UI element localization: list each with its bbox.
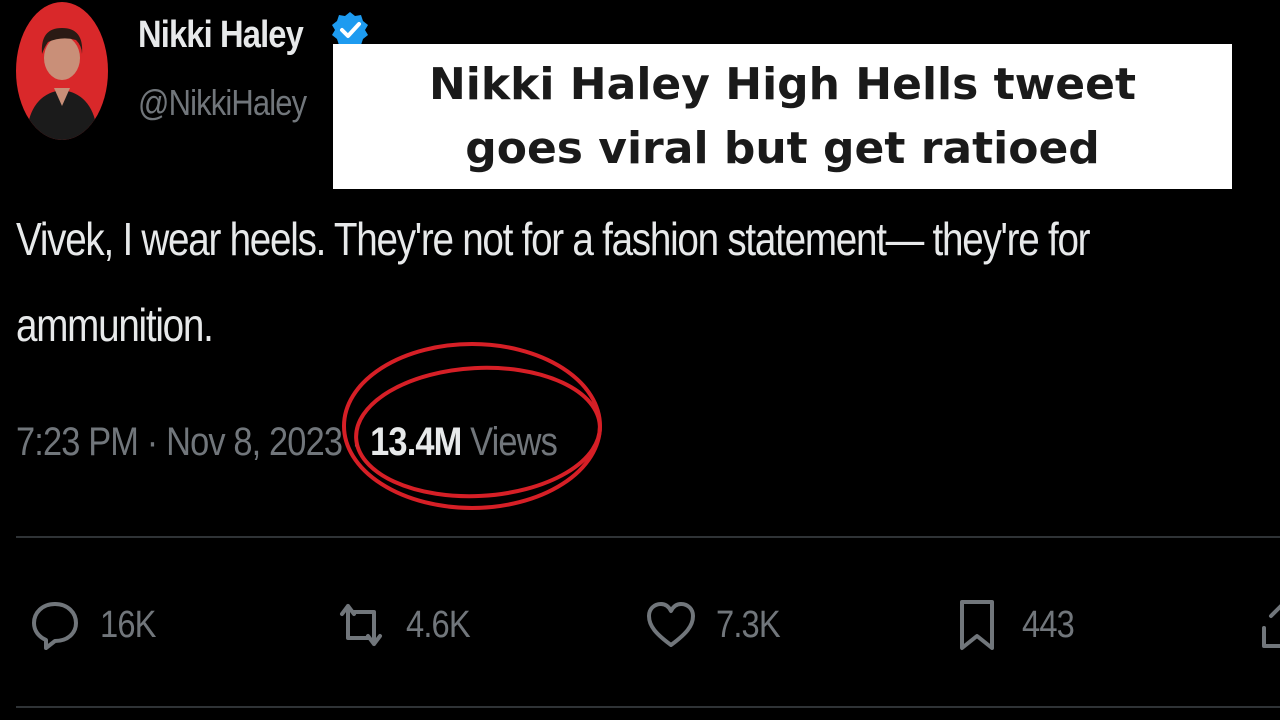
tweet-text-line-2: ammunition. (16, 299, 214, 351)
repost-icon (340, 604, 382, 646)
like-count: 7.3K (716, 603, 781, 646)
repost-count: 4.6K (406, 603, 471, 646)
display-name[interactable]: Nikki Haley (138, 14, 304, 57)
handle[interactable]: @NikkiHaley (138, 82, 307, 124)
headline-line-2: goes viral but get ratioed (465, 122, 1100, 174)
reply-count: 16K (100, 603, 156, 646)
divider-bottom (16, 706, 1280, 708)
views-count: 13.4M (370, 420, 462, 464)
bookmark-button[interactable]: 443 (950, 590, 1082, 660)
heart-icon (647, 602, 695, 647)
bookmark-count: 443 (1022, 603, 1075, 646)
headline-banner: Nikki Haley High Hells tweet goes viral … (333, 44, 1232, 189)
reply-icon (32, 602, 78, 650)
profile-avatar[interactable] (16, 2, 108, 140)
views-label: Views (470, 420, 558, 464)
share-button[interactable] (1256, 590, 1280, 660)
tweet-text-line-1: Vivek, I wear heels. They're not for a f… (16, 213, 1091, 265)
like-button[interactable]: 7.3K (644, 590, 790, 660)
tweet-meta: 7:23 PM · Nov 8, 2023 · 13.4M Views (16, 420, 558, 465)
reply-button[interactable]: 16K (28, 590, 165, 660)
share-icon (1262, 604, 1280, 648)
tweet-timestamp[interactable]: 7:23 PM · Nov 8, 2023 (16, 420, 343, 464)
bookmark-icon (960, 600, 994, 650)
repost-button[interactable]: 4.6K (334, 590, 480, 660)
headline-line-1: Nikki Haley High Hells tweet (428, 58, 1137, 110)
meta-separator: · (350, 420, 362, 464)
divider-top (16, 536, 1280, 538)
tweet-text: Vivek, I wear heels. They're not for a f… (16, 196, 1266, 368)
